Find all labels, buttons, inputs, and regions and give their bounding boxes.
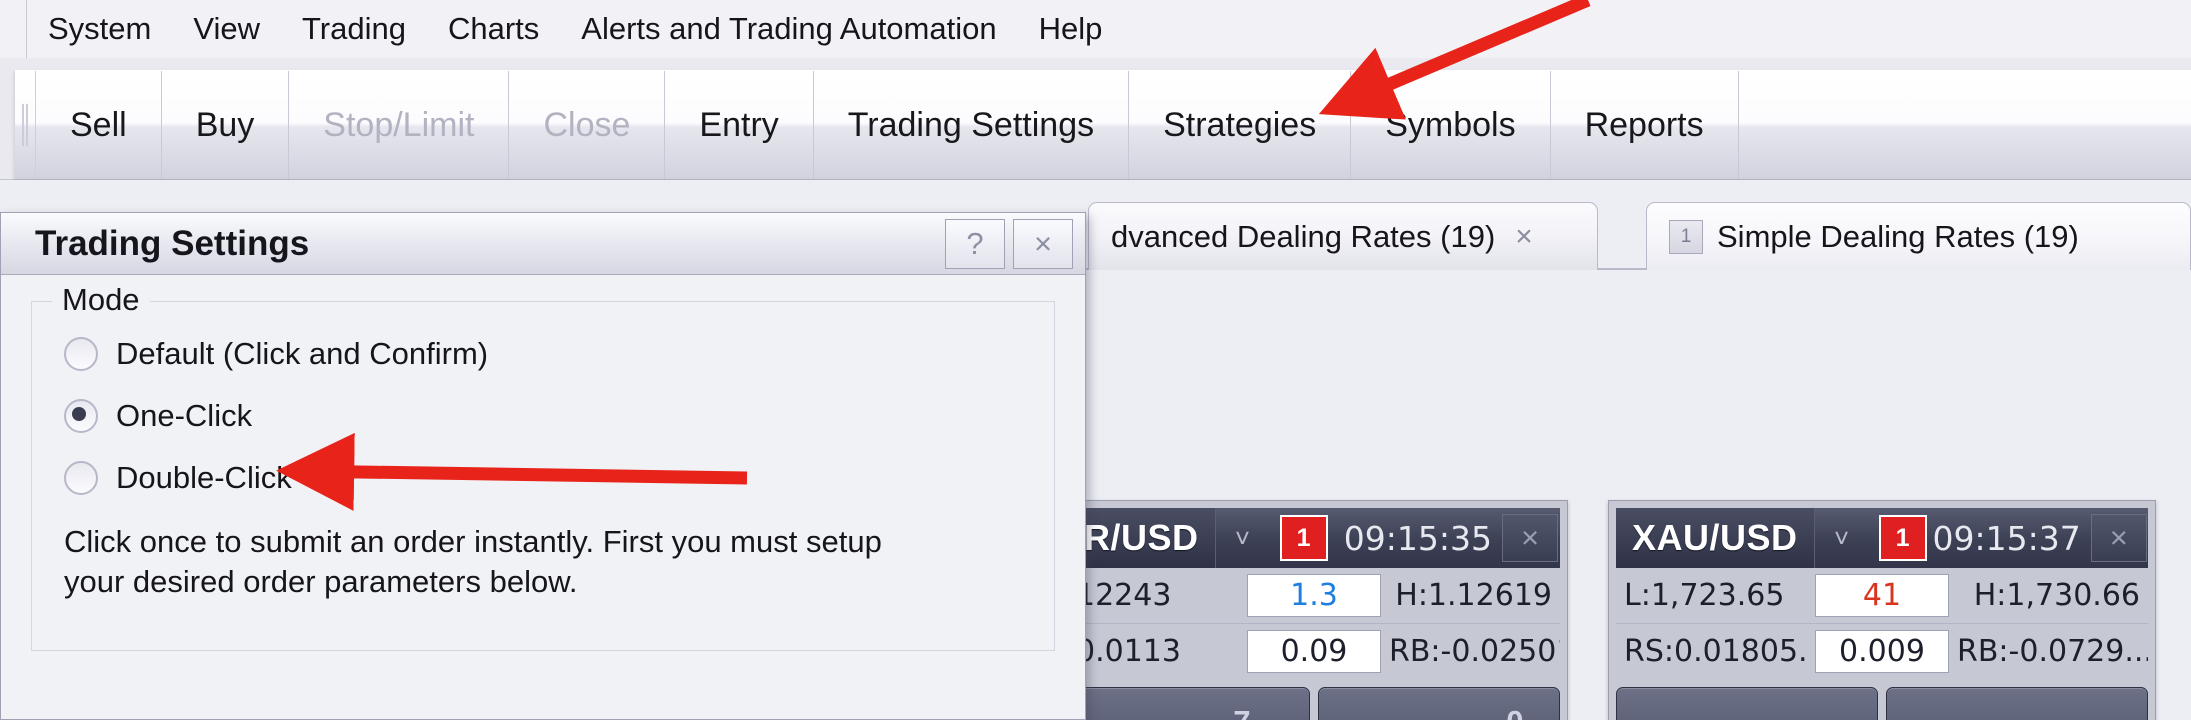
menu-item-alerts-and-trading-automation[interactable]: Alerts and Trading Automation xyxy=(560,0,1017,58)
chevron-down-icon[interactable]: ˅ xyxy=(1813,508,1869,568)
rate-panel-eurusd-low: 12243 xyxy=(1076,578,1172,613)
rate-panel-xauusd-row-rollover: RS:0.01805... 0.009 RB:-0.0729... xyxy=(1616,623,2148,679)
rate-panel-xauusd-pip-cost: 0.009 xyxy=(1815,630,1949,673)
toolbar: Sell Buy Stop/Limit Close Entry Trading … xyxy=(14,70,2191,179)
toolbar-drag-handle[interactable] xyxy=(15,71,36,179)
rate-panel-xauusd-rollover-sell: RS:0.01805... xyxy=(1624,634,1807,669)
close-icon[interactable]: × xyxy=(1013,218,1073,269)
rate-panel-xauusd-buy-price: 68 xyxy=(2017,709,2100,720)
mode-option-double-click-label: Double-Click xyxy=(116,460,292,495)
toolbar-container: Sell Buy Stop/Limit Close Entry Trading … xyxy=(0,58,2191,180)
mode-group-label: Mode xyxy=(52,282,150,318)
rate-panel-eurusd-high: H:1.12619 xyxy=(1395,578,1552,613)
toolbar-button-buy[interactable]: Buy xyxy=(162,71,290,179)
menu-item-system[interactable]: System xyxy=(27,0,172,58)
radio-one-click-icon[interactable] xyxy=(64,399,98,433)
rate-panel-eurusd-row-high-low: 12243 1.3 H:1.12619 xyxy=(1068,568,1560,623)
rate-panel-eurusd-header: R/USD ˅ 1 09:15:35 × xyxy=(1068,508,1560,568)
tab-simple-label: Simple Dealing Rates (19) xyxy=(1717,218,2079,254)
radio-double-click-icon[interactable] xyxy=(64,461,98,495)
toolbar-button-symbols[interactable]: Symbols xyxy=(1351,71,1551,179)
rate-panel-xauusd-spread: 41 xyxy=(1815,574,1949,617)
mode-option-one-click[interactable]: One-Click xyxy=(64,398,1028,434)
rate-panel-xauusd-high: H:1,730.66 xyxy=(1973,578,2140,613)
mode-option-one-click-label: One-Click xyxy=(116,398,253,433)
rate-panel-xauusd-row-high-low: L:1,723.65 41 H:1,730.66 xyxy=(1616,568,2148,623)
close-icon[interactable]: × xyxy=(2090,514,2147,562)
trading-settings-dialog-body: Mode Default (Click and Confirm) One-Cli… xyxy=(1,275,1085,651)
trading-settings-dialog-title: Trading Settings xyxy=(35,223,310,263)
mode-option-default-label: Default (Click and Confirm) xyxy=(116,336,489,371)
tab-advanced-dealing-rates[interactable]: dvanced Dealing Rates (19) × xyxy=(1088,202,1598,270)
rate-panel-eurusd-buy-quote[interactable]: 1.12 34 0 xyxy=(1318,687,1560,720)
rate-panel-eurusd-spread: 1.3 xyxy=(1247,574,1381,617)
toolbar-button-sell[interactable]: Sell xyxy=(36,71,162,179)
rate-panel-eurusd-sell-quote[interactable]: 2 32 7 xyxy=(1068,687,1310,720)
rate-panel-eurusd-buy-pipette: 0 xyxy=(1506,704,1523,720)
rate-panel-eurusd-pip-cost: 0.09 xyxy=(1247,630,1381,673)
toolbar-button-trading-settings[interactable]: Trading Settings xyxy=(814,71,1130,179)
rate-panel-eurusd-rollover-sell: 0.0113 xyxy=(1076,634,1181,669)
rate-panel-eurusd-timestamp: 09:15:35 xyxy=(1343,518,1492,558)
rate-panel-xauusd[interactable]: XAU/USD ˅ 1 09:15:37 × L:1,723.65 41 H:1… xyxy=(1608,500,2156,720)
menu-bar: System View Trading Charts Alerts and Tr… xyxy=(0,0,2191,59)
radio-default-icon[interactable] xyxy=(64,337,98,371)
menu-item-view[interactable]: View xyxy=(172,0,281,58)
menu-item-trading[interactable]: Trading xyxy=(281,0,427,58)
tab-simple-dealing-rates[interactable]: 1 Simple Dealing Rates (19) xyxy=(1646,202,2191,270)
rate-panel-xauusd-sell-price: 27 xyxy=(1747,709,1830,720)
menu-item-help[interactable]: Help xyxy=(1018,0,1124,58)
trading-settings-dialog[interactable]: Trading Settings ? × Mode Default (Click… xyxy=(0,212,1086,720)
tab-advanced-label: dvanced Dealing Rates (19) xyxy=(1111,218,1496,254)
rate-panel-xauusd-sell-quote[interactable]: 1,728 27 xyxy=(1616,687,1878,720)
toolbar-button-stop-limit: Stop/Limit xyxy=(289,71,510,179)
tab-simple-number-badge: 1 xyxy=(1669,219,1703,254)
toolbar-button-close: Close xyxy=(509,71,666,179)
menu-item-charts[interactable]: Charts xyxy=(427,0,560,58)
rate-panel-eurusd[interactable]: R/USD ˅ 1 09:15:35 × 12243 1.3 H:1.12619… xyxy=(1060,500,1568,720)
rate-panel-xauusd-header: XAU/USD ˅ 1 09:15:37 × xyxy=(1616,508,2148,568)
close-icon[interactable]: × xyxy=(1502,514,1558,562)
rate-panel-xauusd-rollover-buy: RB:-0.0729... xyxy=(1957,634,2148,669)
rate-panel-xauusd-low: L:1,723.65 xyxy=(1624,578,1785,613)
mode-hint-text: Click once to submit an order instantly.… xyxy=(64,524,882,599)
menu-bar-edge xyxy=(0,0,27,58)
mode-option-double-click[interactable]: Double-Click xyxy=(64,460,1028,496)
rate-panel-xauusd-symbol: XAU/USD xyxy=(1616,508,1814,568)
rate-panel-eurusd-quotes: 2 32 7 1.12 34 0 xyxy=(1068,687,1560,720)
rate-panel-eurusd-symbol: R/USD xyxy=(1068,508,1215,568)
rate-panel-eurusd-sell-price: 32 xyxy=(1148,709,1231,720)
tab-advanced-close-icon[interactable]: × xyxy=(1515,220,1533,254)
chevron-down-icon[interactable]: ˅ xyxy=(1214,508,1270,568)
mode-option-default[interactable]: Default (Click and Confirm) xyxy=(64,336,1028,372)
help-icon[interactable]: ? xyxy=(945,218,1005,269)
rate-panel-eurusd-row-rollover: 0.0113 0.09 RB:-0.02501 xyxy=(1068,623,1560,679)
rate-panel-eurusd-buy-price: 34 xyxy=(1421,709,1504,720)
rate-panel-xauusd-timestamp: 09:15:37 xyxy=(1932,518,2081,558)
rate-panel-xauusd-alert-badge[interactable]: 1 xyxy=(1878,515,1927,561)
rate-panel-eurusd-sell-pipette: 7 xyxy=(1233,704,1250,720)
rate-panel-xauusd-quotes: 1,728 27 1,728 68 xyxy=(1616,687,2148,720)
toolbar-button-entry[interactable]: Entry xyxy=(665,71,814,179)
trading-settings-dialog-titlebar[interactable]: Trading Settings ? × xyxy=(1,213,1085,275)
rate-panel-eurusd-alert-badge[interactable]: 1 xyxy=(1279,515,1328,561)
application-window: System View Trading Charts Alerts and Tr… xyxy=(0,0,2191,720)
toolbar-button-reports[interactable]: Reports xyxy=(1551,71,1739,179)
rate-panel-eurusd-rollover-buy: RB:-0.02501 xyxy=(1389,634,1560,669)
toolbar-button-strategies[interactable]: Strategies xyxy=(1129,71,1352,179)
rate-panel-xauusd-buy-quote[interactable]: 1,728 68 xyxy=(1886,687,2148,720)
mode-group: Mode Default (Click and Confirm) One-Cli… xyxy=(31,282,1055,651)
